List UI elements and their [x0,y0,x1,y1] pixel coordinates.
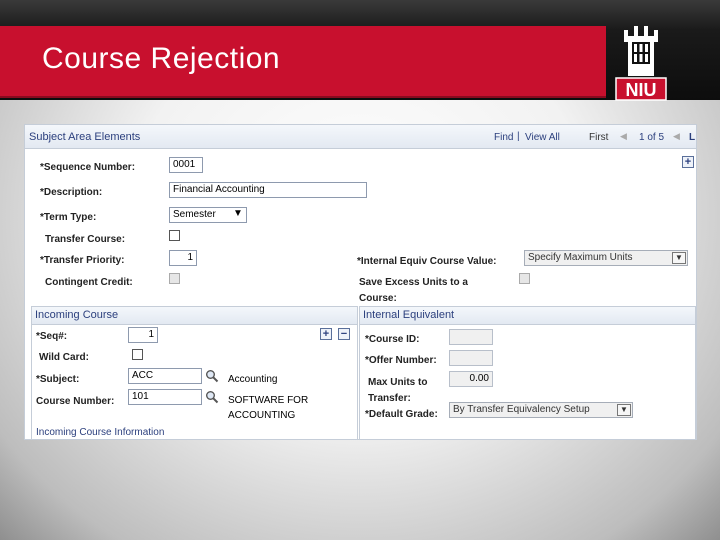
incoming-course-title: Incoming Course [32,307,357,325]
panel-header: Subject Area Elements Find | View All Fi… [25,125,696,149]
internal-equiv-value: Specify Maximum Units [528,252,633,263]
save-excess-label-line1: Save Excess Units to a [359,277,468,288]
max-units-label-line2: Transfer: [368,393,411,404]
transfer-course-checkbox[interactable] [169,230,180,241]
subject-area-panel: Subject Area Elements Find | View All Fi… [24,124,697,440]
term-type-label: *Term Type: [40,212,97,223]
course-description-line1: SOFTWARE FOR [228,395,309,406]
panel-title: Subject Area Elements [29,131,141,143]
course-id-field[interactable] [449,329,493,345]
add-row-button[interactable]: + [682,156,694,168]
add-incoming-button[interactable]: + [320,328,332,340]
logo-text: NIU [625,80,657,100]
seq-field[interactable]: 1 [128,327,158,343]
find-link[interactable]: Find [494,132,513,143]
search-icon[interactable] [205,390,219,404]
offer-number-field[interactable] [449,350,493,366]
remove-incoming-button[interactable]: − [338,328,350,340]
contingent-credit-label: Contingent Credit: [45,277,133,288]
internal-equiv-value-label: *Internal Equiv Course Value: [357,256,497,267]
chevron-down-icon: ▼ [617,404,631,416]
course-description-line2: ACCOUNTING [228,410,296,421]
last-link[interactable]: L [689,132,695,143]
view-all-link[interactable]: View All [525,132,560,143]
subject-field[interactable]: ACC [128,368,202,384]
term-type-value: Semester [173,209,216,220]
search-icon[interactable] [205,369,219,383]
wildcard-checkbox[interactable] [132,349,143,360]
description-field[interactable]: Financial Accounting [169,182,367,198]
next-icon[interactable]: ◀ [673,131,680,142]
subject-description: Accounting [228,374,278,385]
sequence-number-field[interactable]: 0001 [169,157,203,173]
wildcard-label: Wild Card: [39,352,89,363]
description-label: *Description: [40,187,103,198]
paging-text: 1 of 5 [639,132,665,143]
prev-icon[interactable]: ◀ [620,131,627,142]
transfer-priority-label: *Transfer Priority: [40,255,125,266]
course-number-field[interactable]: 101 [128,389,202,405]
internal-equivalent-title: Internal Equivalent [360,307,695,325]
transfer-priority-field[interactable]: 1 [169,250,197,266]
chevron-down-icon: ▼ [672,252,686,264]
save-excess-label-line2: Course: [359,293,397,304]
course-number-label: Course Number: [36,396,115,407]
offer-number-label: *Offer Number: [365,355,437,366]
internal-equiv-value-select[interactable]: Specify Maximum Units ▼ [524,250,688,266]
save-excess-checkbox[interactable] [519,273,530,284]
term-type-select[interactable]: Semester ▼ [169,207,247,223]
default-grade-value: By Transfer Equivalency Setup [453,404,590,415]
first-label[interactable]: First [589,132,608,143]
course-id-label: *Course ID: [365,334,420,345]
header-separator: | [517,131,520,142]
transfer-course-label: Transfer Course: [45,234,126,245]
chevron-down-icon: ▼ [233,208,243,219]
default-grade-select[interactable]: By Transfer Equivalency Setup ▼ [449,402,633,418]
max-units-label-line1: Max Units to [368,377,428,388]
contingent-credit-checkbox[interactable] [169,273,180,284]
slide-title: Course Rejection [42,42,281,75]
subject-label: *Subject: [36,374,80,385]
seq-label: *Seq#: [36,331,68,342]
incoming-course-info-link[interactable]: Incoming Course Information [36,427,164,438]
max-units-field[interactable]: 0.00 [449,371,493,387]
default-grade-label: *Default Grade: [365,409,438,420]
sequence-number-label: *Sequence Number: [40,162,136,173]
